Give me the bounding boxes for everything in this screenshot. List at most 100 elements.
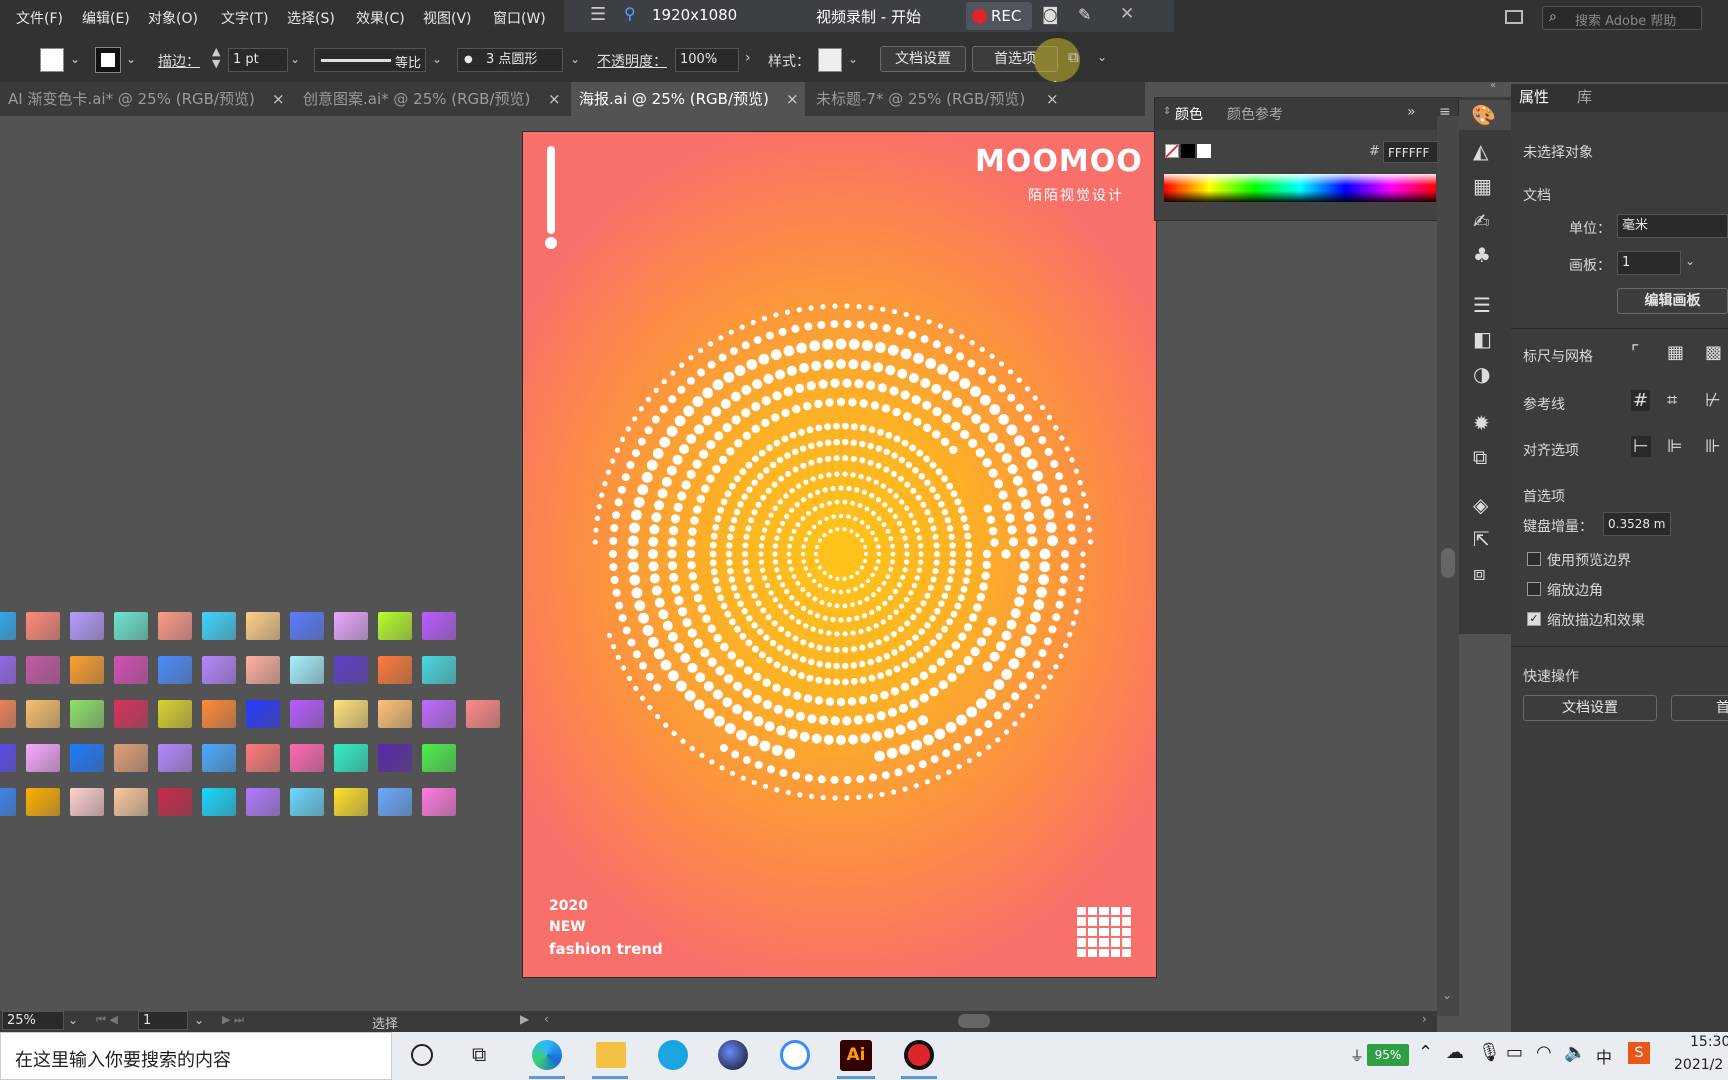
gradient-swatch[interactable]	[0, 700, 16, 728]
unit-select[interactable]: 毫米	[1617, 214, 1728, 238]
gradient-swatch[interactable]	[158, 788, 192, 816]
chevron-down-icon[interactable]: ⌄	[848, 52, 858, 66]
gradient-swatch[interactable]	[290, 612, 324, 640]
palette-icon[interactable]: 🎨	[1471, 103, 1497, 129]
gradient-swatch[interactable]	[26, 656, 60, 684]
gradient-swatch[interactable]	[202, 656, 236, 684]
tab-creative-pattern[interactable]: 创意图案.ai* @ 25% (RGB/预览) ×	[295, 82, 567, 116]
gradient-swatch[interactable]	[158, 656, 192, 684]
symbols-icon[interactable]: ♣	[1473, 243, 1499, 269]
stroke-swatch[interactable]	[95, 47, 121, 73]
gradient-swatch[interactable]	[246, 700, 280, 728]
brush-definition[interactable]: ● 3 点圆形	[457, 48, 563, 72]
use-preview-bounds-checkbox[interactable]	[1527, 552, 1541, 566]
ruler-icon[interactable]: ⌜	[1631, 342, 1639, 363]
scale-corners-checkbox[interactable]	[1527, 582, 1541, 596]
scroll-right-icon[interactable]: ›	[1422, 1012, 1427, 1026]
grid-icon[interactable]: ▦	[1667, 342, 1684, 363]
brushes-icon[interactable]: ✍	[1473, 209, 1499, 235]
chevron-down-icon[interactable]: ⌄	[70, 52, 80, 66]
gradient-swatch[interactable]	[378, 788, 412, 816]
power-icon[interactable]: ▭	[1506, 1042, 1523, 1063]
gradient-swatch[interactable]	[290, 656, 324, 684]
poster-artboard[interactable]: MOOMOO 陌陌视觉设计 2020 NEW fashion trend	[522, 131, 1157, 978]
gradient-swatch[interactable]	[466, 700, 500, 728]
snap-glyph-icon[interactable]: ⊪	[1705, 436, 1721, 457]
menu-view[interactable]: 视图(V)	[423, 8, 472, 28]
gradient-swatch[interactable]	[422, 788, 456, 816]
none-color-icon[interactable]	[1165, 144, 1179, 158]
gradient-swatch[interactable]	[26, 788, 60, 816]
keyboard-increment-input[interactable]: 0.3528 m	[1603, 512, 1671, 536]
gradient-swatch[interactable]	[70, 744, 104, 772]
collapse-arrows-icon[interactable]: ⇕	[1163, 106, 1171, 117]
gradient-swatch[interactable]	[202, 744, 236, 772]
gradient-swatch[interactable]	[26, 744, 60, 772]
close-recorder-icon[interactable]: ✕	[1120, 4, 1134, 24]
menu-select[interactable]: 选择(S)	[287, 8, 335, 28]
quick-document-setup-button[interactable]: 文档设置	[1523, 695, 1657, 721]
chevron-up-icon[interactable]: ⌃	[1418, 1042, 1433, 1063]
chevron-down-icon[interactable]: ⌄	[1097, 50, 1107, 64]
cloud-icon[interactable]: ☁	[1446, 1042, 1464, 1063]
baidu-netdisk-icon[interactable]	[780, 1040, 810, 1070]
menu-effect[interactable]: 效果(C)	[356, 8, 405, 28]
sogou-icon[interactable]: S	[1628, 1042, 1650, 1064]
chevron-down-icon[interactable]: ⌄	[570, 52, 580, 66]
gradient-swatch[interactable]	[334, 656, 368, 684]
gradient-swatch[interactable]	[202, 700, 236, 728]
cortana-icon[interactable]	[411, 1044, 433, 1066]
tab-color-guide[interactable]: 颜色参考	[1227, 104, 1283, 124]
chevron-down-icon[interactable]: ⌄	[68, 1013, 78, 1027]
gradient-swatch[interactable]	[114, 612, 148, 640]
artboards-icon[interactable]: ⧈	[1473, 561, 1499, 587]
layers-icon[interactable]: ◈	[1473, 493, 1499, 519]
variable-width-profile[interactable]: 等比	[314, 48, 426, 72]
gradient-icon[interactable]: ◧	[1473, 327, 1499, 353]
gradient-swatch[interactable]	[246, 788, 280, 816]
volume-icon[interactable]: 🔈	[1564, 1042, 1586, 1063]
menu-edit[interactable]: 编辑(E)	[82, 8, 130, 28]
gradient-swatch-grid[interactable]	[0, 612, 500, 827]
gradient-swatch[interactable]	[202, 788, 236, 816]
menu-lines-icon[interactable]: ☰	[590, 4, 606, 25]
gradient-swatch[interactable]	[378, 612, 412, 640]
gradient-swatch[interactable]	[70, 700, 104, 728]
gradient-swatch[interactable]	[378, 700, 412, 728]
chevron-down-icon[interactable]: ⌄	[126, 52, 136, 66]
arrange-icon[interactable]: ⧉	[1068, 48, 1079, 66]
snap-pixel-icon[interactable]: ⊫	[1667, 436, 1683, 457]
zoom-select[interactable]: 25%	[2, 1011, 64, 1030]
artboard-select[interactable]: 1	[1617, 251, 1681, 275]
gradient-swatch[interactable]	[334, 612, 368, 640]
edit-artboard-button[interactable]: 编辑画板	[1617, 288, 1728, 314]
stepper-icon[interactable]: ▲ ▼	[212, 46, 220, 70]
gradient-swatch[interactable]	[334, 700, 368, 728]
gradient-swatch[interactable]	[114, 788, 148, 816]
tab-properties[interactable]: 属性	[1519, 86, 1549, 107]
expand-icon[interactable]: »	[1407, 104, 1416, 120]
status-arrow-icon[interactable]: ▶	[520, 1012, 529, 1026]
transparency-icon[interactable]: ◑	[1473, 362, 1499, 388]
browser-icon[interactable]	[658, 1040, 688, 1070]
horizontal-scroll-thumb[interactable]	[958, 1014, 990, 1028]
illustrator-icon[interactable]: Ai	[840, 1040, 872, 1071]
plug-icon[interactable]: ⏚	[1350, 1046, 1364, 1066]
chevron-down-icon[interactable]: ⌄	[194, 1013, 204, 1027]
tab-untitled-7[interactable]: 未标题-7* @ 25% (RGB/预览) ×	[808, 82, 1068, 116]
snap-point-icon[interactable]: ⊢	[1631, 436, 1651, 457]
gradient-swatch[interactable]	[334, 744, 368, 772]
gradient-swatch[interactable]	[290, 700, 324, 728]
wifi-icon[interactable]: ◠	[1536, 1042, 1552, 1063]
microphone-icon[interactable]: 🎙	[1478, 1042, 1501, 1063]
menu-file[interactable]: 文件(F)	[16, 8, 63, 28]
gradient-swatch[interactable]	[0, 612, 16, 640]
close-icon[interactable]: ×	[786, 82, 799, 116]
scroll-down-icon[interactable]: ⌄	[1442, 988, 1452, 1002]
gradient-swatch[interactable]	[422, 744, 456, 772]
battery-indicator[interactable]: 95%	[1367, 1044, 1409, 1066]
chevron-down-icon[interactable]: ⌄	[432, 52, 442, 66]
menu-window[interactable]: 窗口(W)	[493, 8, 546, 28]
lock-guides-icon[interactable]: ⌗	[1667, 390, 1677, 411]
gradient-swatch[interactable]	[26, 700, 60, 728]
